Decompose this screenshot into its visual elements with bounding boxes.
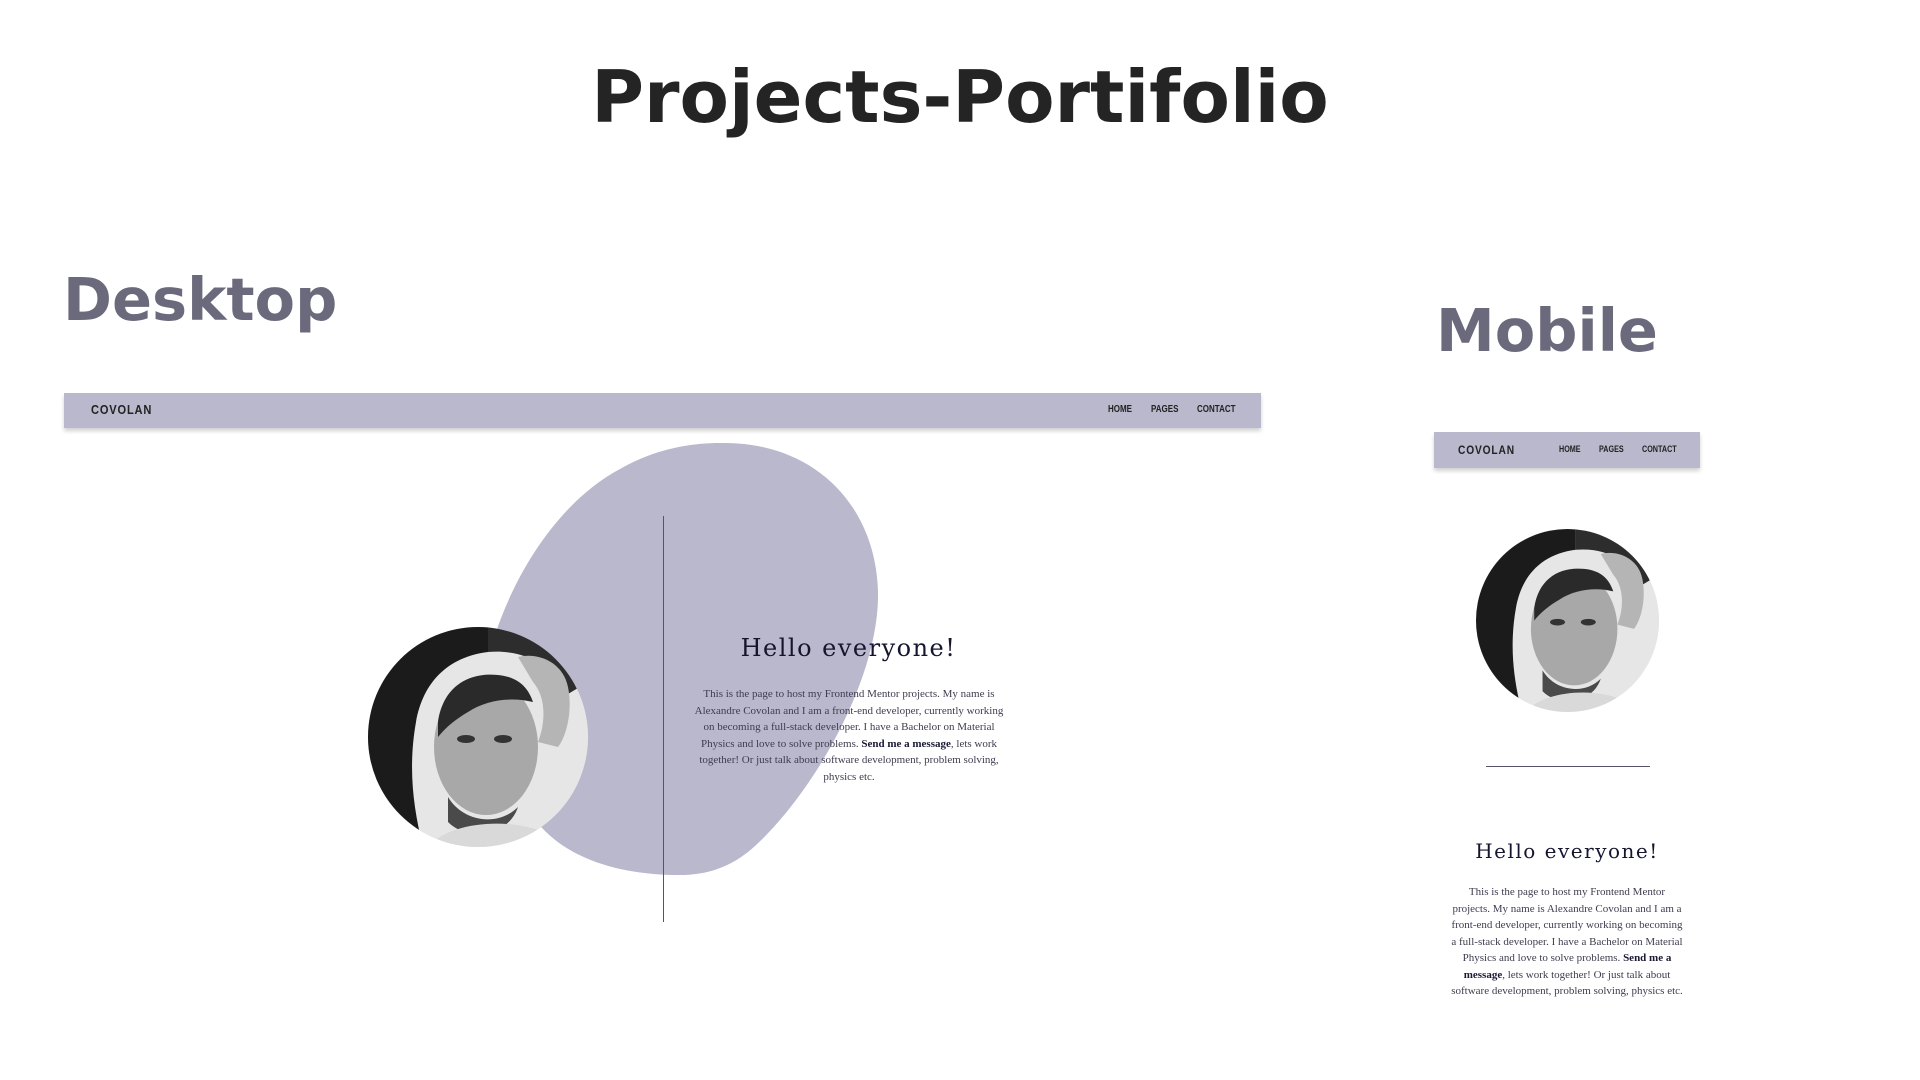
mobile-navbar: COVOLAN HOME PAGES CONTACT: [1434, 432, 1700, 468]
desktop-logo[interactable]: COVOLAN: [91, 402, 152, 417]
desktop-navbar: COVOLAN HOME PAGES CONTACT: [64, 393, 1261, 428]
profile-portrait-image: [368, 627, 588, 847]
mobile-hero-paragraph: This is the page to host my Frontend Men…: [1449, 884, 1685, 1000]
mobile-nav-home[interactable]: HOME: [1559, 444, 1591, 454]
mobile-nav-links: HOME PAGES CONTACT: [1559, 444, 1685, 454]
desktop-section-label: Desktop: [63, 265, 338, 334]
desktop-nav-contact[interactable]: CONTACT: [1197, 404, 1236, 415]
mobile-horizontal-divider: [1486, 766, 1650, 767]
mobile-nav-pages[interactable]: PAGES: [1599, 444, 1633, 454]
mobile-profile-photo: [1476, 529, 1659, 712]
desktop-nav-links: HOME PAGES CONTACT: [1108, 404, 1245, 415]
desktop-vertical-divider: [663, 516, 664, 922]
page-title: Projects-Portifolio: [591, 55, 1329, 139]
desktop-profile-photo: [368, 627, 588, 847]
mobile-section-label: Mobile: [1436, 296, 1658, 365]
profile-portrait-image: [1476, 529, 1659, 712]
mobile-logo[interactable]: COVOLAN: [1458, 443, 1515, 457]
desktop-hero-paragraph: This is the page to host my Frontend Men…: [688, 686, 1010, 785]
mobile-hero-heading: Hello everyone!: [1475, 839, 1659, 863]
desktop-hero-heading: Hello everyone!: [740, 634, 957, 662]
desktop-send-message-link[interactable]: Send me a message: [861, 738, 951, 750]
desktop-nav-home[interactable]: HOME: [1108, 404, 1142, 415]
desktop-nav-pages[interactable]: PAGES: [1151, 404, 1188, 415]
mobile-nav-contact[interactable]: CONTACT: [1642, 444, 1677, 454]
